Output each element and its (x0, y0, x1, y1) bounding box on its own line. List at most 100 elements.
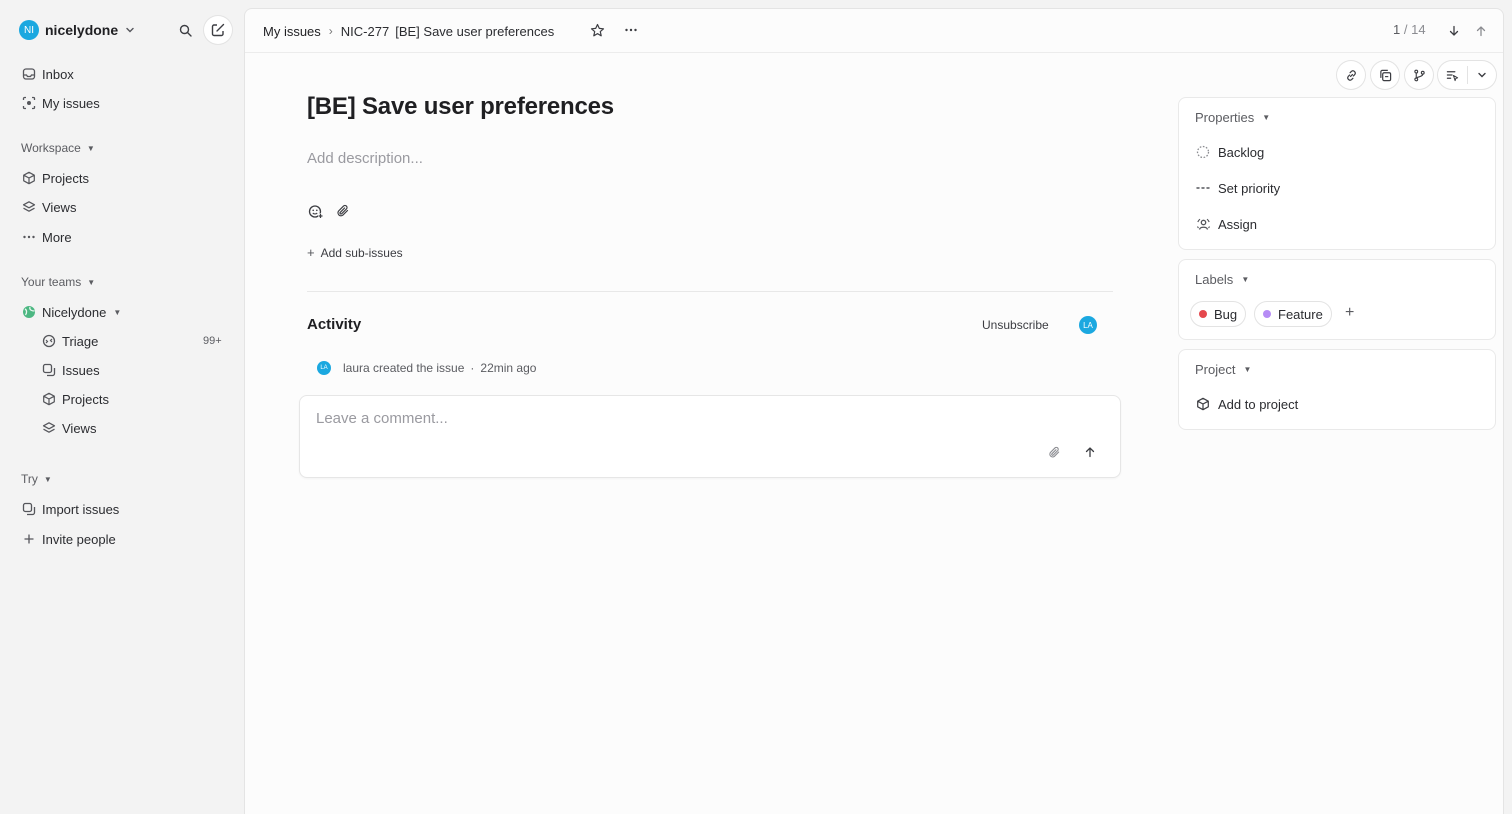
sidebar-item-issues[interactable]: Issues (41, 358, 100, 382)
more-options-button[interactable] (623, 22, 639, 38)
add-to-project-label: Add to project (1218, 396, 1299, 412)
assignee-value: Assign (1218, 216, 1258, 232)
copy-icon (1377, 67, 1393, 83)
arrow-down-icon (1448, 25, 1460, 37)
next-issue-button[interactable] (1446, 23, 1462, 39)
subscribe-button[interactable] (1438, 61, 1467, 89)
ellipsis-icon (21, 229, 37, 245)
sidebar-item-import-issues[interactable]: Import issues (21, 497, 119, 521)
sidebar-item-projects[interactable]: Projects (21, 166, 89, 190)
sidebar-item-label: Views (62, 420, 97, 436)
breadcrumb-issue-id[interactable]: NIC-277 (341, 24, 389, 39)
unsubscribe-button[interactable]: Unsubscribe (982, 318, 1049, 332)
section-your-teams[interactable]: Your teams ▼ (21, 273, 95, 291)
cube-icon (21, 170, 37, 186)
avatar: LA (317, 361, 331, 375)
subscribe-options-button[interactable] (1468, 61, 1497, 89)
label-color-dot (1263, 310, 1271, 318)
label-color-dot (1199, 310, 1207, 318)
sidebar-item-label: Nicelydone (42, 304, 107, 320)
add-label-button[interactable]: + (1345, 304, 1354, 322)
triage-count-badge: 99+ (203, 335, 222, 347)
issue-title[interactable]: [BE] Save user preferences (307, 93, 614, 121)
inbox-icon (21, 66, 37, 82)
sidebar-item-more[interactable]: More (21, 225, 72, 249)
divider (307, 291, 1113, 292)
paperclip-icon (1048, 446, 1061, 459)
workspace-switcher[interactable]: NI nicelydone (19, 19, 235, 41)
layers-icon (21, 199, 37, 215)
comment-input[interactable] (316, 410, 1016, 427)
sidebar-item-team-projects[interactable]: Projects (41, 387, 109, 411)
labels-card: Labels ▼ Bug Feature + (1178, 259, 1496, 340)
label-name: Feature (1278, 306, 1323, 322)
issue-pager: 1 / 14 (1393, 22, 1426, 37)
sidebar-item-invite-people[interactable]: Invite people (21, 527, 116, 551)
labels-heading: Labels (1195, 272, 1234, 287)
sidebar-item-team-views[interactable]: Views (41, 416, 96, 440)
comment-composer (299, 395, 1121, 478)
label-chip-feature[interactable]: Feature (1254, 301, 1332, 327)
pager-total: / 14 (1403, 22, 1426, 37)
sidebar-item-label: Views (42, 199, 77, 215)
sidebar-item-team-nicelydone[interactable]: Nicelydone ▼ (21, 300, 121, 324)
cube-icon (1195, 396, 1211, 412)
sidebar-item-label: My issues (42, 95, 100, 111)
sidebar-item-inbox[interactable]: Inbox (21, 62, 74, 86)
section-workspace[interactable]: Workspace ▼ (21, 139, 95, 157)
caret-down-icon: ▼ (86, 143, 95, 153)
add-reaction-button[interactable] (307, 203, 323, 219)
project-header[interactable]: Project ▼ (1195, 362, 1251, 377)
new-issue-button[interactable] (204, 16, 232, 44)
activity-heading: Activity (307, 316, 362, 333)
sidebar-item-views[interactable]: Views (21, 195, 76, 219)
copy-link-button[interactable] (1337, 61, 1365, 89)
team-globe-icon (21, 304, 37, 320)
label-chip-bug[interactable]: Bug (1190, 301, 1247, 327)
attach-file-button[interactable] (335, 203, 351, 219)
caret-down-icon: ▼ (87, 277, 96, 287)
properties-header[interactable]: Properties ▼ (1195, 110, 1270, 125)
section-label: Workspace (21, 141, 81, 155)
add-to-project-button[interactable]: Add to project (1195, 394, 1298, 414)
sidebar-item-label: Projects (62, 391, 109, 407)
assign-user-icon (1195, 216, 1211, 232)
search-icon (177, 22, 193, 38)
copy-branch-button[interactable] (1405, 61, 1433, 89)
subscriber-avatar[interactable]: LA (1079, 316, 1097, 334)
event-separator: · (470, 361, 475, 375)
sidebar-item-triage[interactable]: Triage (41, 329, 98, 353)
issues-icon (41, 362, 57, 378)
submit-comment-button[interactable] (1082, 444, 1098, 460)
search-button[interactable] (175, 20, 195, 40)
section-label: Try (21, 472, 38, 486)
labels-header[interactable]: Labels ▼ (1195, 272, 1249, 287)
section-label: Your teams (21, 275, 82, 289)
assignee-property[interactable]: Assign (1195, 214, 1257, 234)
caret-down-icon: ▼ (1262, 113, 1271, 122)
sidebar-item-label: Import issues (42, 501, 120, 517)
priority-value: Set priority (1218, 180, 1281, 196)
comment-attach-button[interactable] (1046, 444, 1062, 460)
bell-list-icon (1444, 67, 1460, 83)
status-property[interactable]: Backlog (1195, 142, 1264, 162)
workspace-name: nicelydone (45, 22, 119, 38)
add-sub-issues-button[interactable]: + Add sub-issues (307, 245, 403, 260)
my-issues-icon (21, 95, 37, 111)
section-try[interactable]: Try ▼ (21, 470, 52, 488)
label-name: Bug (1214, 306, 1238, 322)
link-icon (1343, 67, 1359, 83)
project-card: Project ▼ Add to project (1178, 349, 1496, 430)
paperclip-icon (336, 204, 350, 218)
layers-icon (41, 420, 57, 436)
priority-property[interactable]: Set priority (1195, 178, 1280, 198)
activity-event: LA laura created the issue · 22min ago (317, 359, 536, 377)
previous-issue-button[interactable] (1473, 23, 1489, 39)
add-sub-issues-label: Add sub-issues (320, 245, 403, 260)
breadcrumb-my-issues[interactable]: My issues (263, 24, 321, 39)
favorite-button[interactable] (589, 22, 605, 38)
description-input[interactable]: Add description... (307, 150, 423, 167)
sidebar-item-my-issues[interactable]: My issues (21, 91, 100, 115)
ellipsis-icon (624, 23, 638, 37)
copy-id-button[interactable] (1371, 61, 1399, 89)
